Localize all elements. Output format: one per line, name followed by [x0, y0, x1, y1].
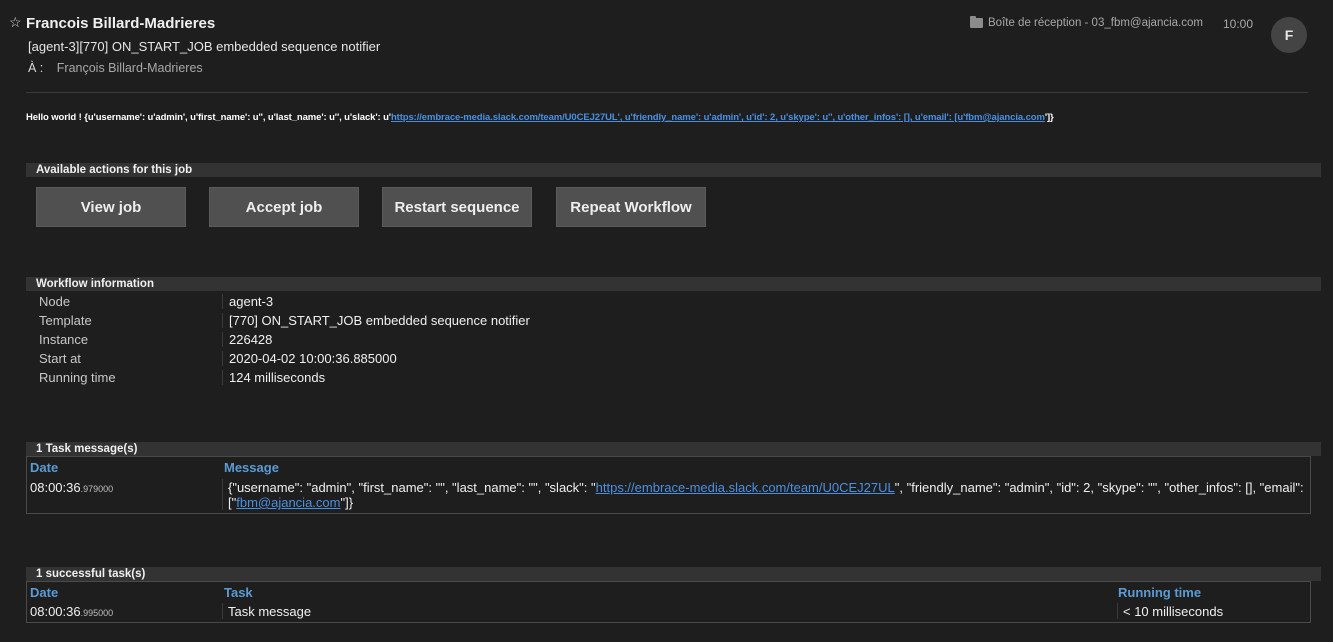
task-message-suffix: "]}	[340, 495, 354, 510]
email-subject: [agent-3][770] ON_START_JOB embedded seq…	[28, 39, 381, 54]
star-icon[interactable]: ☆	[9, 14, 22, 31]
successful-tasks-col-separator-2	[1117, 603, 1118, 619]
view-job-button[interactable]: View job	[36, 187, 186, 227]
task-message-text: {"username": "admin", "first_name": "", …	[228, 480, 1304, 510]
task-message-time: 08:00:36	[30, 480, 81, 495]
successful-task-running-time: < 10 milliseconds	[1123, 604, 1224, 619]
actions-section-title: Available actions for this job	[26, 163, 1321, 177]
successful-tasks-col-date: Date	[30, 585, 59, 600]
avatar[interactable]: F	[1271, 17, 1307, 53]
task-messages-col-message: Message	[224, 460, 279, 475]
wf-label-node: Node	[39, 294, 71, 309]
successful-tasks-col-running-time: Running time	[1118, 585, 1202, 600]
task-messages-col-date: Date	[30, 460, 59, 475]
successful-task-name: Task message	[228, 604, 312, 619]
task-message-prefix: {"username": "admin", "first_name": "", …	[228, 480, 596, 495]
wf-value-node: agent-3	[222, 294, 273, 309]
task-message-date: 08:00:36.979000	[30, 480, 113, 495]
wf-value-running-time: 124 milliseconds	[222, 370, 325, 385]
task-message-email-link[interactable]: fbm@ajancia.com	[236, 495, 340, 510]
header-divider	[26, 92, 1308, 93]
wf-label-start: Start at	[39, 351, 81, 366]
hello-prefix: Hello world ! {u'username': u'admin', u'…	[26, 112, 391, 123]
wf-value-start: 2020-04-02 10:00:36.885000	[222, 351, 397, 366]
accept-job-button[interactable]: Accept job	[209, 187, 359, 227]
restart-sequence-button[interactable]: Restart sequence	[382, 187, 532, 227]
folder-icon	[970, 16, 983, 28]
mailbox-label: Boîte de réception - 03_fbm@ajancia.com	[988, 17, 1203, 29]
wf-label-instance: Instance	[39, 332, 89, 347]
successful-task-date: 08:00:36.995000	[30, 604, 113, 619]
wf-value-instance: 226428	[222, 332, 272, 347]
hello-line: Hello world ! {u'username': u'admin', u'…	[26, 112, 1054, 123]
task-messages-col-separator	[222, 479, 223, 510]
wf-value-template: [770] ON_START_JOB embedded sequence not…	[222, 313, 530, 328]
recipient-name[interactable]: François Billard-Madrieres	[57, 61, 203, 75]
repeat-workflow-button[interactable]: Repeat Workflow	[556, 187, 706, 227]
successful-tasks-col-task: Task	[224, 585, 253, 600]
workflow-section-title: Workflow information	[26, 277, 1321, 291]
email-time: 10:00	[1223, 17, 1254, 31]
hello-suffix: ']}	[1044, 112, 1054, 123]
mailbox-info: Boîte de réception - 03_fbm@ajancia.com	[970, 16, 1203, 29]
task-message-slack-link[interactable]: https://embrace-media.slack.com/team/U0C…	[596, 480, 895, 495]
wf-label-running-time: Running time	[39, 370, 116, 385]
wf-label-template: Template	[39, 313, 92, 328]
to-label: À :	[28, 61, 44, 75]
task-messages-section-title: 1 Task message(s)	[26, 442, 1321, 456]
task-message-ms: .979000	[80, 484, 114, 494]
successful-tasks-col-separator-1	[222, 603, 223, 619]
hello-link[interactable]: https://embrace-media.slack.com/team/U0C…	[391, 112, 1045, 123]
successful-task-time: 08:00:36	[30, 604, 81, 619]
recipient-row: À : François Billard-Madrieres	[28, 61, 203, 75]
sender-name: Francois Billard-Madrieres	[26, 15, 216, 32]
successful-tasks-section-title: 1 successful task(s)	[26, 567, 1321, 581]
successful-task-ms: .995000	[80, 608, 114, 618]
